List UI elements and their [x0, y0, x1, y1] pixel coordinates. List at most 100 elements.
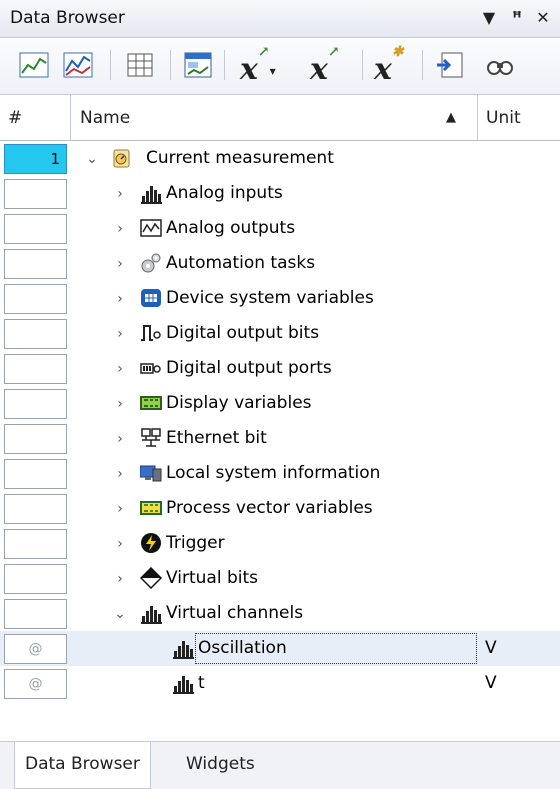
row-number[interactable]: [4, 424, 67, 454]
toolbar-separator: [110, 50, 111, 80]
tab-widgets[interactable]: Widgets: [176, 742, 265, 789]
window-chart-icon[interactable]: [182, 49, 218, 83]
row-number[interactable]: @: [4, 669, 67, 699]
chevron-right-icon[interactable]: ›: [112, 288, 128, 310]
gears-icon: [140, 252, 162, 274]
row-number[interactable]: [4, 389, 67, 419]
device-icon: [140, 287, 162, 309]
row-unit: V: [485, 638, 497, 658]
row-label: Device system variables: [166, 288, 374, 308]
row-number[interactable]: @: [4, 634, 67, 664]
chevron-right-icon[interactable]: ›: [112, 323, 128, 345]
display-icon: [140, 392, 162, 414]
toolbar-separator: [362, 50, 363, 80]
chevron-right-icon[interactable]: ›: [112, 393, 128, 415]
table-icon[interactable]: [124, 49, 160, 83]
formula-dropdown-icon[interactable]: x↗▾: [240, 44, 276, 93]
chevron-right-icon[interactable]: ›: [112, 358, 128, 380]
toolbar-separator: [224, 50, 225, 80]
row-label: Virtual channels: [166, 603, 304, 623]
digital-bits-icon: [140, 322, 162, 344]
tree-row[interactable]: › Local system information: [0, 456, 560, 491]
row-label: t: [198, 673, 205, 693]
row-label: Trigger: [166, 533, 225, 553]
analog-outputs-icon: [140, 217, 162, 239]
measurement-icon: [110, 147, 132, 169]
row-number[interactable]: [4, 564, 67, 594]
row-label: Local system information: [166, 463, 381, 483]
row-number[interactable]: [4, 179, 67, 209]
tree-row[interactable]: › Digital output ports: [0, 351, 560, 386]
chevron-right-icon[interactable]: ›: [112, 183, 128, 205]
trigger-icon: [140, 532, 162, 554]
row-number[interactable]: [4, 494, 67, 524]
tree-row[interactable]: ⌄ Virtual channels: [0, 596, 560, 631]
sort-ascending-icon: ▲: [446, 110, 456, 125]
row-label: Automation tasks: [166, 253, 316, 273]
chevron-right-icon[interactable]: ›: [112, 568, 128, 590]
column-unit[interactable]: Unit: [478, 95, 521, 141]
chevron-right-icon[interactable]: ›: [112, 533, 128, 555]
data-browser-panel: Data Browser ▼ ꟸ ✕ x↗▾ x↗ x✱ # Name ▲ Un…: [0, 0, 560, 789]
tree-row-selected[interactable]: @ Oscillation V: [0, 631, 560, 666]
ethernet-icon: [140, 427, 162, 449]
row-label: Digital output bits: [166, 323, 320, 343]
chevron-down-icon[interactable]: ⌄: [84, 148, 100, 170]
row-number[interactable]: [4, 529, 67, 559]
row-label: Ethernet bit: [166, 428, 267, 448]
formula-edit-icon[interactable]: x↗: [310, 44, 340, 88]
tree-row[interactable]: › Virtual bits: [0, 561, 560, 596]
row-number[interactable]: [4, 284, 67, 314]
chevron-right-icon[interactable]: ›: [112, 463, 128, 485]
row-number[interactable]: 1: [4, 144, 67, 174]
yt-chart-icon[interactable]: [62, 49, 98, 83]
virtual-bits-icon: [139, 566, 163, 590]
computer-icon: [139, 462, 162, 484]
tree-row[interactable]: › Automation tasks: [0, 246, 560, 281]
tree-row[interactable]: › Trigger: [0, 526, 560, 561]
panel-tabs: Data Browser Widgets: [0, 742, 560, 789]
row-label: Digital output ports: [166, 358, 332, 378]
row-label: Analog inputs: [166, 183, 283, 203]
tree-row[interactable]: 1 ⌄ Current measurement: [0, 141, 560, 176]
tree-row[interactable]: › Process vector variables: [0, 491, 560, 526]
tree-row[interactable]: › Display variables: [0, 386, 560, 421]
row-number[interactable]: [4, 354, 67, 384]
chart-recorder-icon[interactable]: [18, 49, 54, 83]
chevron-down-icon[interactable]: ⌄: [112, 603, 128, 625]
title-bar: Data Browser ▼ ꟸ ✕: [0, 0, 560, 38]
row-label: Virtual bits: [166, 568, 258, 588]
formula-new-icon[interactable]: x✱: [374, 44, 404, 88]
tab-data-browser[interactable]: Data Browser: [14, 742, 151, 789]
chevron-right-icon[interactable]: ›: [112, 218, 128, 240]
tree-row[interactable]: › Ethernet bit: [0, 421, 560, 456]
row-label: Display variables: [166, 393, 312, 413]
tree-row[interactable]: › Digital output bits: [0, 316, 560, 351]
tree-row[interactable]: @ t V: [0, 666, 560, 701]
column-header: # Name ▲ Unit: [0, 95, 560, 141]
row-number[interactable]: [4, 214, 67, 244]
column-name[interactable]: Name: [72, 95, 477, 141]
chevron-right-icon[interactable]: ›: [112, 428, 128, 450]
channel-icon: [140, 602, 162, 624]
toolbar-separator: [422, 50, 423, 80]
close-icon[interactable]: ✕: [532, 6, 554, 30]
row-number[interactable]: [4, 319, 67, 349]
tree-row[interactable]: › Analog outputs: [0, 211, 560, 246]
row-number[interactable]: [4, 249, 67, 279]
row-label: Oscillation: [198, 638, 287, 658]
import-icon[interactable]: [434, 49, 470, 83]
binoculars-icon[interactable]: [484, 49, 520, 83]
row-label: Current measurement: [146, 148, 334, 168]
pin-icon[interactable]: ꟸ: [506, 6, 528, 30]
tree-row[interactable]: › Device system variables: [0, 281, 560, 316]
row-number[interactable]: [4, 459, 67, 489]
row-label: Process vector variables: [166, 498, 373, 518]
chevron-right-icon[interactable]: ›: [112, 498, 128, 520]
channel-icon: [172, 637, 194, 659]
column-num[interactable]: #: [0, 95, 70, 141]
tree-row[interactable]: › Analog inputs: [0, 176, 560, 211]
dropdown-menu-icon[interactable]: ▼: [478, 6, 500, 30]
chevron-right-icon[interactable]: ›: [112, 253, 128, 275]
row-number[interactable]: [4, 599, 67, 629]
